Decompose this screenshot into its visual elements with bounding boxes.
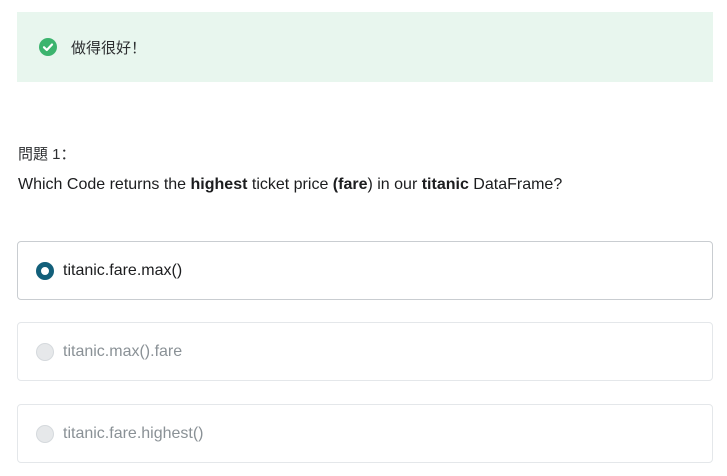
answer-option-1[interactable]: titanic.fare.max() bbox=[17, 241, 713, 300]
radio-unselected-icon[interactable] bbox=[36, 342, 54, 361]
radio-unselected-icon[interactable] bbox=[36, 424, 54, 443]
question-number: 問題 1： bbox=[18, 146, 76, 163]
answer-option-3[interactable]: titanic.fare.highest() bbox=[17, 404, 713, 463]
answer-option-label: titanic.max().fare bbox=[63, 342, 183, 360]
success-alert: 做得很好！ bbox=[17, 12, 713, 82]
answer-option-label: titanic.fare.max() bbox=[63, 261, 183, 279]
answer-option-label: titanic.fare.highest() bbox=[63, 424, 204, 442]
question-text: Which Code returns the highest ticket pr… bbox=[18, 176, 563, 193]
success-message: 做得很好！ bbox=[71, 39, 147, 57]
radio-selected-icon[interactable] bbox=[36, 261, 54, 280]
quiz-page: 做得很好！ 問題 1： Which Code returns the highe… bbox=[0, 0, 727, 476]
answer-option-2[interactable]: titanic.max().fare bbox=[17, 322, 713, 381]
check-circle-icon bbox=[39, 38, 57, 56]
